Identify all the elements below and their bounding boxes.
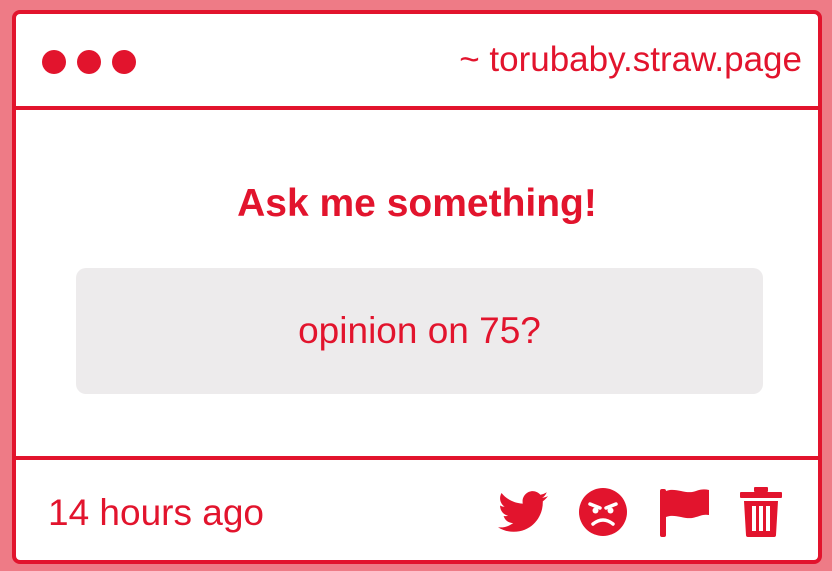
question-text: opinion on 75?: [298, 310, 541, 351]
window-dot-2: [77, 50, 101, 74]
window-dot-1: [42, 50, 66, 74]
action-icons: [498, 486, 782, 538]
flag-icon[interactable]: [658, 487, 710, 537]
window-dots: [42, 50, 136, 74]
question-box: opinion on 75?: [76, 268, 763, 394]
trash-icon[interactable]: [740, 487, 782, 537]
card-header: ~ torubaby.straw.page: [16, 14, 818, 110]
angry-face-icon[interactable]: [578, 487, 628, 537]
card-content: Ask me something! opinion on 75?: [16, 110, 818, 456]
twitter-icon[interactable]: [498, 491, 548, 533]
page-title: Ask me something!: [237, 182, 597, 225]
card-footer: 14 hours ago: [16, 456, 818, 560]
timestamp: 14 hours ago: [48, 492, 265, 533]
window-dot-3: [112, 50, 136, 74]
site-url[interactable]: ~ torubaby.straw.page: [459, 40, 802, 80]
question-card: ~ torubaby.straw.page Ask me something! …: [12, 10, 822, 564]
